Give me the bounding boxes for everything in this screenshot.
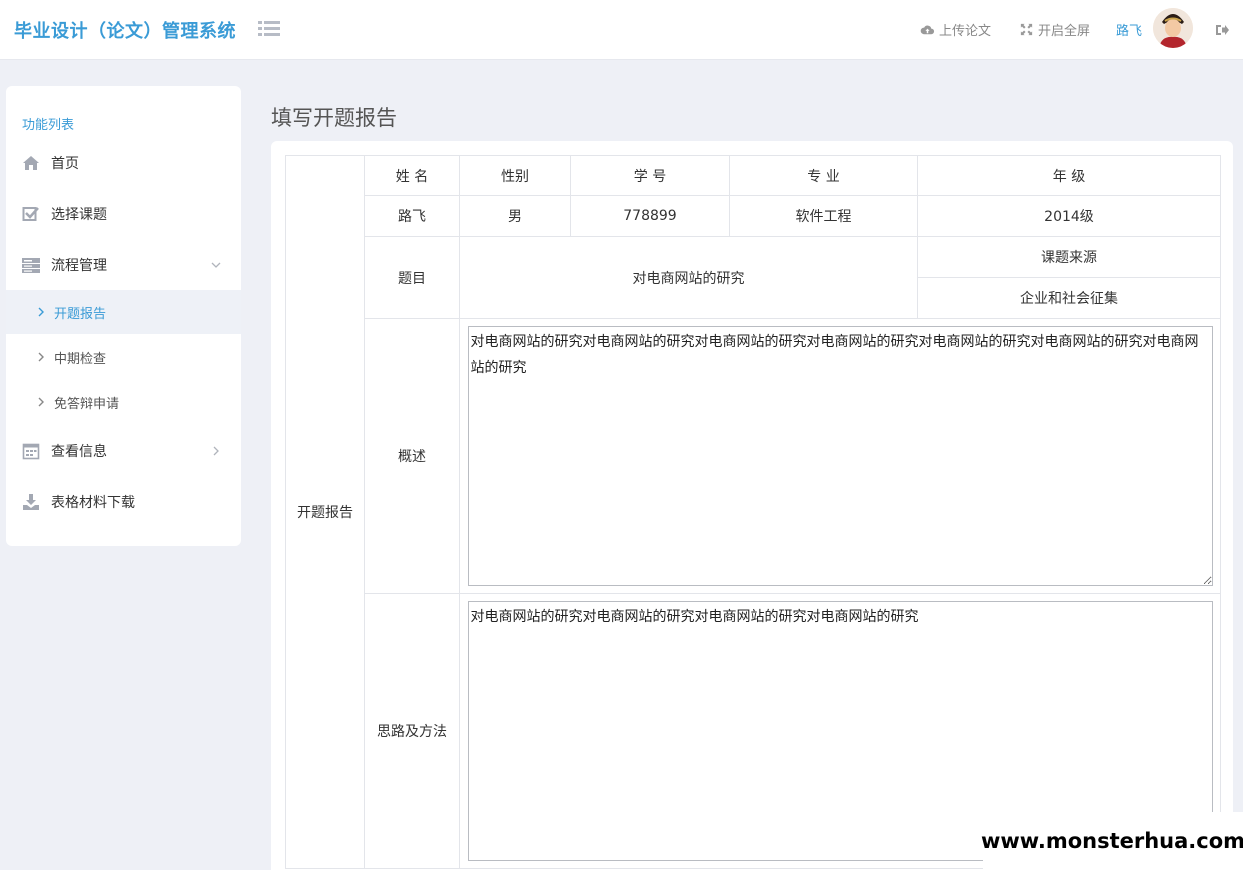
topic-label: 题目 — [364, 236, 460, 319]
chevron-right-icon — [38, 307, 44, 317]
sidebar-subitem-proposal[interactable]: 开题报告 — [6, 290, 241, 334]
sidebar-item-label: 选择课题 — [51, 207, 107, 223]
user-avatar-icon — [1153, 8, 1193, 48]
chevron-right-icon — [38, 352, 44, 362]
sidebar-item-select-topic[interactable]: 选择课题 — [6, 194, 241, 234]
checkbox-icon — [22, 207, 39, 221]
app-title: 毕业设计（论文）管理系统 — [14, 21, 236, 42]
summary-textarea[interactable]: 对电商网站的研究对电商网站的研究对电商网站的研究对电商网站的研究对电商网站的研究… — [467, 326, 1213, 586]
method-label: 思路及方法 — [364, 593, 460, 869]
header-name: 姓 名 — [364, 155, 460, 196]
top-header: 毕业设计（论文）管理系统 上传论文 开启全屏 路飞 — [0, 0, 1243, 60]
page-title: 填写开题报告 — [271, 106, 397, 130]
sidebar-subitem-label: 中期检查 — [54, 351, 107, 367]
server-icon — [22, 258, 40, 273]
username-link[interactable]: 路飞 — [1116, 20, 1142, 39]
sidebar-subitem-midterm[interactable]: 中期检查 — [6, 335, 241, 379]
proposal-form-table: 开题报告 姓 名 性别 学 号 专 业 年 级 路飞 男 778899 软件工程… — [285, 155, 1221, 869]
sidebar-item-label: 表格材料下载 — [51, 495, 135, 511]
chevron-right-icon — [213, 446, 219, 456]
value-major: 软件工程 — [729, 195, 918, 237]
value-gender: 男 — [459, 195, 571, 237]
sidebar-heading: 功能列表 — [22, 118, 75, 133]
sidebar-subitem-label: 免答辩申请 — [54, 396, 120, 412]
download-icon — [23, 494, 39, 510]
source-label: 课题来源 — [917, 236, 1221, 278]
avatar[interactable] — [1153, 8, 1193, 48]
sidebar-item-process[interactable]: 流程管理 — [6, 245, 241, 285]
sidebar-item-home[interactable]: 首页 — [6, 143, 241, 183]
header-major: 专 业 — [729, 155, 918, 196]
sidebar: 功能列表 首页 选择课题 流程管理 开题报告 中期检查 免答辩申请 查看信息 表… — [6, 86, 241, 546]
header-grade: 年 级 — [917, 155, 1221, 196]
value-name: 路飞 — [364, 195, 460, 237]
cloud-upload-icon — [920, 25, 935, 35]
fullscreen-label: 开启全屏 — [1038, 24, 1091, 39]
summary-cell: 对电商网站的研究对电商网站的研究对电商网站的研究对电商网站的研究对电商网站的研究… — [459, 318, 1221, 594]
logout-icon[interactable] — [1214, 22, 1230, 38]
sidebar-item-label: 首页 — [51, 156, 79, 172]
chevron-down-icon — [211, 262, 221, 268]
source-value: 企业和社会征集 — [917, 277, 1221, 319]
header-gender: 性别 — [459, 155, 571, 196]
fullscreen-button[interactable]: 开启全屏 — [1019, 20, 1090, 39]
summary-label: 概述 — [364, 318, 460, 594]
calendar-icon — [22, 443, 40, 460]
sidebar-item-label: 流程管理 — [51, 258, 107, 274]
header-student-id: 学 号 — [570, 155, 730, 196]
expand-icon — [1020, 23, 1033, 36]
sidebar-subitem-exemption[interactable]: 免答辩申请 — [6, 380, 241, 424]
sidebar-item-label: 查看信息 — [51, 444, 107, 460]
value-student-id: 778899 — [570, 195, 730, 237]
section-label: 开题报告 — [285, 155, 365, 869]
home-icon — [23, 156, 39, 170]
list-menu-icon[interactable] — [258, 20, 280, 38]
sidebar-subitem-label: 开题报告 — [54, 306, 107, 322]
upload-thesis-label: 上传论文 — [939, 24, 992, 39]
sidebar-item-downloads[interactable]: 表格材料下载 — [6, 482, 241, 522]
value-grade: 2014级 — [917, 195, 1221, 237]
topic-value: 对电商网站的研究 — [459, 236, 918, 319]
watermark: www.monsterhua.com — [981, 812, 1243, 870]
upload-thesis-button[interactable]: 上传论文 — [920, 20, 991, 39]
chevron-right-icon — [38, 397, 44, 407]
sidebar-item-view-info[interactable]: 查看信息 — [6, 431, 241, 471]
